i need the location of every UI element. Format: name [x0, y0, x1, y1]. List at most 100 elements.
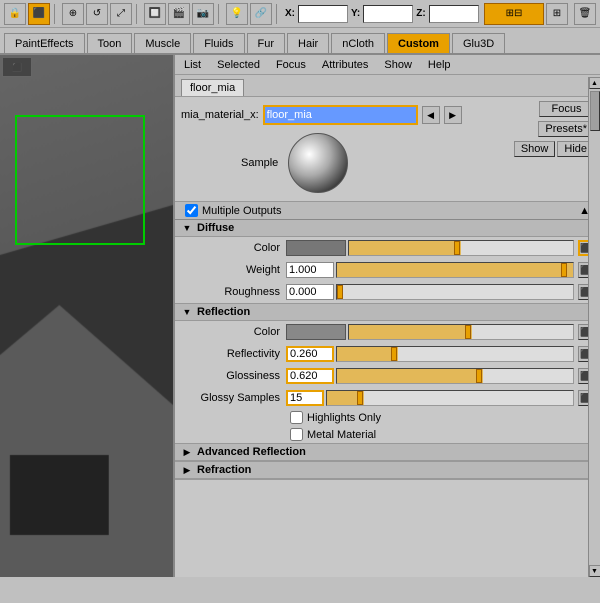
select-icon[interactable]: ⬛	[28, 3, 50, 25]
glossy-samples-input[interactable]	[286, 390, 324, 406]
refraction-arrow-icon: ▶	[181, 464, 193, 476]
diffuse-roughness-label: Roughness	[181, 286, 286, 298]
adv-reflection-title: Advanced Reflection	[197, 446, 306, 458]
refraction-title: Refraction	[197, 464, 251, 476]
diffuse-weight-slider[interactable]	[336, 262, 574, 278]
prev-icon[interactable]: ◀	[422, 106, 440, 124]
multiple-outputs-row: Multiple Outputs ▲	[175, 201, 600, 220]
sample-sphere	[288, 133, 348, 193]
highlights-only-checkbox[interactable]	[290, 411, 303, 424]
menu-show[interactable]: Show	[381, 58, 415, 72]
render-icon[interactable]: 🎬	[168, 3, 190, 25]
viewport: ⬛	[0, 55, 175, 577]
diffuse-section: ▼ Diffuse Color ⬛ Weight	[175, 220, 600, 304]
light-icon[interactable]: 💡	[226, 3, 248, 25]
panel-tab-area: floor_mia	[175, 75, 600, 97]
presets-button[interactable]: Presets*	[538, 121, 594, 137]
reflectivity-row: Reflectivity ⬛	[175, 343, 600, 365]
metal-material-checkbox[interactable]	[290, 428, 303, 441]
reflection-color-swatch[interactable]	[286, 324, 346, 340]
tab-fur[interactable]: Fur	[247, 33, 286, 53]
sample-area: Sample	[181, 129, 510, 197]
map-icon[interactable]: ▶	[444, 106, 462, 124]
refraction-section: ▶ Refraction	[175, 462, 600, 480]
menu-attributes[interactable]: Attributes	[319, 58, 371, 72]
move-icon[interactable]: ⊕	[62, 3, 84, 25]
tab-ncloth[interactable]: nCloth	[331, 33, 385, 53]
menu-list[interactable]: List	[181, 58, 204, 72]
glossiness-slider[interactable]	[336, 368, 574, 384]
y-label: Y:	[351, 8, 360, 19]
main-area: ⬛ ▲ ▼ List Selected Focus Attributes Sho…	[0, 55, 600, 577]
scroll-down-arrow[interactable]: ▼	[589, 565, 600, 577]
reflectivity-slider[interactable]	[336, 346, 574, 362]
tab-row: PaintEffects Toon Muscle Fluids Fur Hair…	[0, 28, 600, 54]
tab-fluids[interactable]: Fluids	[193, 33, 244, 53]
scrollbar[interactable]: ▲ ▼	[588, 77, 600, 577]
panel-top-left: mia_material_x: ◀ ▶ Sample	[181, 101, 510, 197]
diffuse-color-slider[interactable]	[348, 240, 574, 256]
multiple-outputs-label: Multiple Outputs	[202, 205, 281, 217]
camera-icon[interactable]: 📷	[192, 3, 214, 25]
grid-icon[interactable]: ⊞	[546, 3, 568, 25]
glossiness-input[interactable]	[286, 368, 334, 384]
tab-painteffects[interactable]: PaintEffects	[4, 33, 85, 53]
separator2	[136, 4, 140, 24]
toolbar: 🔒 ⬛ ⊕ ↺ ⤢ 🔲 🎬 📷 💡 🔗 X: Y: Z: ⊞⊟ ⊞ 🗑	[0, 0, 600, 28]
trash-icon[interactable]: 🗑	[574, 3, 596, 25]
scale-icon[interactable]: ⤢	[110, 3, 132, 25]
adv-reflection-section: ▶ Advanced Reflection	[175, 444, 600, 462]
diffuse-roughness-slider[interactable]	[336, 284, 574, 300]
layout-icon[interactable]: ⊞⊟	[484, 3, 544, 25]
reflection-color-row: Color ⬛	[175, 321, 600, 343]
focus-button[interactable]: Focus	[539, 101, 594, 117]
scroll-up-arrow[interactable]: ▲	[589, 77, 600, 89]
highlights-only-label: Highlights Only	[307, 412, 381, 424]
diffuse-roughness-input[interactable]	[286, 284, 334, 300]
reflection-header[interactable]: ▼ Reflection	[175, 304, 600, 321]
glossiness-row: Glossiness ⬛	[175, 365, 600, 387]
adv-reflection-arrow-icon: ▶	[181, 446, 193, 458]
material-name-label: mia_material_x:	[181, 109, 259, 121]
reflection-title: Reflection	[197, 306, 250, 318]
diffuse-weight-row: Weight ⬛	[175, 259, 600, 281]
tab-glu3d[interactable]: Glu3D	[452, 33, 505, 53]
scroll-thumb[interactable]	[590, 91, 600, 131]
material-name-input[interactable]	[263, 105, 418, 125]
selection-rect	[15, 115, 145, 245]
tab-custom[interactable]: Custom	[387, 33, 450, 53]
separator1	[54, 4, 58, 24]
separator4	[276, 4, 280, 24]
panel-top-area: mia_material_x: ◀ ▶ Sample Focus Presets…	[175, 97, 600, 201]
menu-focus[interactable]: Focus	[273, 58, 309, 72]
panel-top-right: Focus Presets* Show Hide	[514, 101, 594, 197]
panel-menubar: List Selected Focus Attributes Show Help	[175, 55, 600, 75]
y-input[interactable]	[363, 5, 413, 23]
panel-tab-floor-mia[interactable]: floor_mia	[181, 79, 244, 96]
rotate-icon[interactable]: ↺	[86, 3, 108, 25]
x-input[interactable]	[298, 5, 348, 23]
diffuse-weight-input[interactable]	[286, 262, 334, 278]
diffuse-color-swatch[interactable]	[286, 240, 346, 256]
tab-muscle[interactable]: Muscle	[134, 33, 191, 53]
reflection-arrow-icon: ▼	[181, 306, 193, 318]
glossy-samples-slider[interactable]	[326, 390, 574, 406]
refraction-header[interactable]: ▶ Refraction	[175, 462, 600, 479]
diffuse-roughness-row: Roughness ⬛	[175, 281, 600, 303]
diffuse-arrow-icon: ▼	[181, 222, 193, 234]
reflectivity-input[interactable]	[286, 346, 334, 362]
lock-icon[interactable]: 🔒	[4, 3, 26, 25]
diffuse-header[interactable]: ▼ Diffuse	[175, 220, 600, 237]
z-input[interactable]	[429, 5, 479, 23]
tab-hair[interactable]: Hair	[287, 33, 329, 53]
menu-help[interactable]: Help	[425, 58, 454, 72]
multiple-outputs-checkbox[interactable]	[185, 204, 198, 217]
diffuse-weight-label: Weight	[181, 264, 286, 276]
history-icon[interactable]: 🔲	[144, 3, 166, 25]
reflection-color-slider[interactable]	[348, 324, 574, 340]
snap-icon[interactable]: 🔗	[250, 3, 272, 25]
tab-toon[interactable]: Toon	[87, 33, 133, 53]
adv-reflection-header[interactable]: ▶ Advanced Reflection	[175, 444, 600, 461]
show-button[interactable]: Show	[514, 141, 556, 157]
menu-selected[interactable]: Selected	[214, 58, 263, 72]
